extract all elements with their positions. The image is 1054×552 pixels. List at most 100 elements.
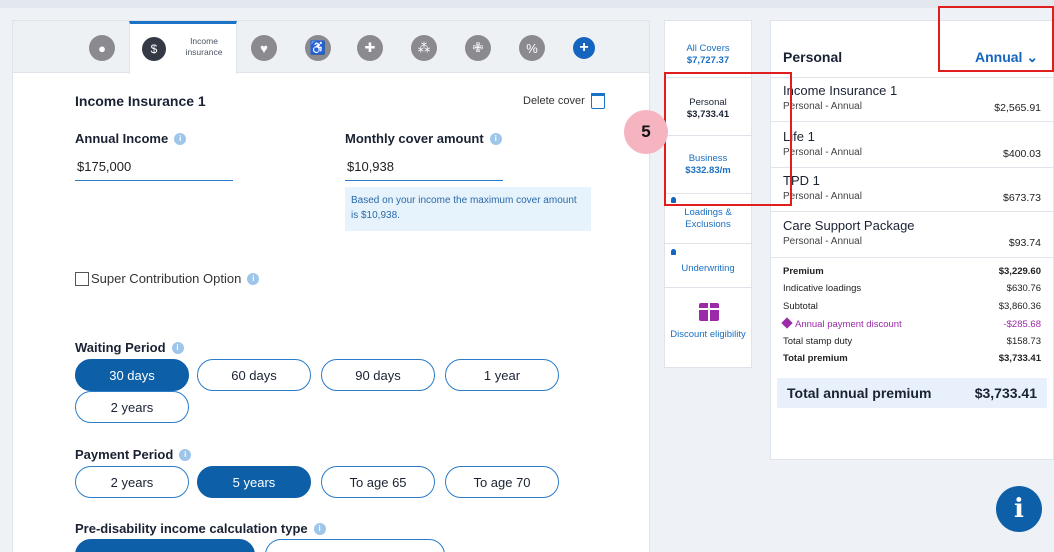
step-badge: 5 (624, 110, 668, 154)
gift-icon (699, 303, 719, 321)
waiting-period-option[interactable]: 30 days (75, 359, 189, 391)
cover-item-amount: $93.74 (1008, 237, 1041, 249)
pre-disability-option-partial[interactable] (265, 539, 445, 552)
super-contribution-label-text: Super Contribution Option (91, 271, 242, 286)
nav-all-covers[interactable]: All Covers $7,727.37 (665, 43, 751, 67)
breakdown-row-discount: Annual payment discount -$285.68 (781, 317, 1041, 330)
nav-discount-eligibility[interactable]: Discount eligibility (665, 329, 751, 341)
payment-period-label: Payment Period i (75, 447, 192, 462)
annual-income-input[interactable]: $175,000 (75, 159, 233, 181)
waiting-period-label: Waiting Period i (75, 340, 184, 355)
highlight-box-personal (664, 72, 792, 206)
divider (665, 243, 751, 244)
breakdown-label: Indicative loadings (783, 283, 862, 294)
divider (771, 167, 1053, 168)
divider (771, 77, 1053, 78)
monthly-cover-label-text: Monthly cover amount (345, 131, 484, 146)
person-icon: ● (98, 40, 106, 56)
premium-summary-panel: Personal Annual ⌄ Income Insurance 1 Per… (770, 20, 1054, 460)
breakdown-value: $158.73 (1006, 336, 1041, 347)
monthly-cover-input[interactable]: $10,938 (345, 159, 503, 181)
breakdown-row: Total stamp duty $158.73 (783, 336, 1041, 347)
highlight-box-frequency (938, 6, 1054, 72)
breakdown-row: Indicative loadings $630.76 (783, 283, 1041, 294)
waiting-period-option[interactable]: 1 year (445, 359, 559, 391)
percent-hand-icon: % (526, 40, 538, 56)
payment-period-option[interactable]: 5 years (197, 466, 311, 498)
tab-medical-kit[interactable]: ✙ (465, 35, 491, 61)
breakdown-label: Total stamp duty (783, 336, 853, 347)
summary-title: Personal (783, 49, 843, 65)
plus-icon: ✚ (364, 40, 376, 55)
nav-all-covers-label: All Covers (686, 43, 730, 54)
medical-kit-icon: ✙ (472, 40, 484, 55)
cover-title: Income Insurance 1 (75, 93, 206, 109)
breakdown-value: $3,860.36 (998, 301, 1041, 312)
annual-income-label-text: Annual Income (75, 131, 169, 146)
cover-item-name: Care Support Package (783, 218, 915, 233)
waiting-period-option[interactable]: 90 days (321, 359, 435, 391)
info-help-button[interactable]: i (996, 486, 1042, 532)
info-icon[interactable]: i (489, 132, 502, 145)
info-icon[interactable]: i (171, 341, 184, 354)
pre-disability-label-text: Pre-disability income calculation type (75, 521, 308, 536)
cover-item-amount: $2,565.91 (994, 102, 1041, 114)
info-icon[interactable]: i (247, 272, 260, 285)
payment-period-option[interactable]: To age 65 (321, 466, 435, 498)
income-insurance-icon: $ (142, 37, 166, 61)
cover-item-amount: $673.73 (1003, 192, 1041, 204)
annual-income-label: Annual Income i (75, 131, 187, 146)
tab-crutches[interactable]: ⁂ (411, 35, 437, 61)
add-cover-button[interactable]: + (573, 37, 595, 59)
cover-item-sub: Personal - Annual (783, 191, 862, 202)
tab-income-insurance[interactable]: $ Income insurance (129, 21, 237, 74)
payment-period-option[interactable]: To age 70 (445, 466, 559, 498)
tab-plus[interactable]: ✚ (357, 35, 383, 61)
breakdown-row: Total premium $3,733.41 (783, 353, 1041, 364)
trash-icon (590, 93, 605, 109)
info-icon[interactable]: i (313, 522, 326, 535)
cover-item-sub: Personal - Annual (783, 147, 862, 158)
divider (665, 287, 751, 288)
breakdown-label: Total premium (783, 353, 848, 364)
payment-period-option[interactable]: 2 years (75, 466, 189, 498)
crutches-icon: ⁂ (417, 40, 431, 55)
tab-wheelchair[interactable]: ♿ (305, 35, 331, 61)
top-strip (0, 0, 1054, 8)
pre-disability-option-partial[interactable] (75, 539, 255, 552)
breakdown-label: Premium (783, 266, 824, 277)
breakdown-row: Premium $3,229.60 (783, 266, 1041, 277)
cover-form-panel: ● $ Income insurance ♥ ♿ ✚ ⁂ ✙ % + Incom… (12, 20, 650, 552)
cover-item-name: Income Insurance 1 (783, 83, 898, 98)
info-icon: i (1014, 494, 1024, 524)
info-icon[interactable]: i (179, 448, 192, 461)
nav-all-covers-amount: $7,727.37 (686, 55, 730, 66)
tab-heart[interactable]: ♥ (251, 35, 277, 61)
breakdown-label: Subtotal (783, 301, 818, 312)
total-annual-premium: Total annual premium $3,733.41 (777, 378, 1047, 408)
info-icon[interactable]: i (174, 132, 187, 145)
tab-income-insurance-label: Income insurance (185, 36, 223, 57)
payment-period-label-text: Payment Period (75, 447, 174, 462)
wheelchair-icon: ♿ (309, 40, 327, 55)
cover-item-sub: Personal - Annual (783, 236, 862, 247)
discount-label-text: Annual payment discount (795, 319, 902, 330)
waiting-period-option[interactable]: 60 days (197, 359, 311, 391)
breakdown-row: Subtotal $3,860.36 (783, 301, 1041, 312)
cover-item-sub: Personal - Annual (783, 101, 862, 112)
waiting-period-option[interactable]: 2 years (75, 391, 189, 423)
nav-underwriting[interactable]: Underwriting (665, 263, 751, 275)
nav-loadings-exclusions[interactable]: Loadings & Exclusions (665, 207, 751, 231)
tab-percent[interactable]: % (519, 35, 545, 61)
tab-person[interactable]: ● (89, 35, 115, 61)
max-cover-hint: Based on your income the maximum cover a… (345, 187, 591, 231)
monthly-cover-label: Monthly cover amount i (345, 131, 502, 146)
add-cover-icon: + (579, 39, 589, 56)
delete-cover-button[interactable]: Delete cover (523, 93, 605, 109)
breakdown-value: -$285.68 (1003, 319, 1041, 330)
cover-tab-bar: ● $ Income insurance ♥ ♿ ✚ ⁂ ✙ % + (13, 21, 649, 74)
super-contribution-checkbox[interactable] (75, 272, 89, 286)
breakdown-value: $3,733.41 (998, 353, 1041, 364)
delete-cover-label: Delete cover (523, 95, 585, 107)
breakdown-label: Annual payment discount (781, 317, 902, 330)
